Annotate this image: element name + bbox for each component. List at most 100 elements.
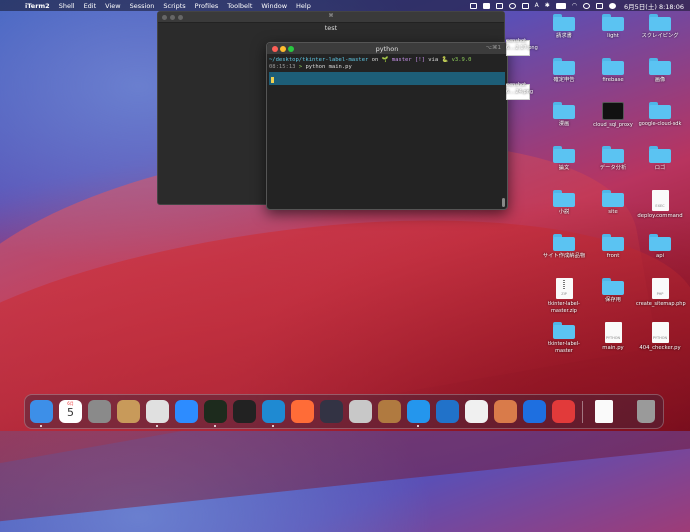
status-app-icon[interactable] [469, 2, 477, 9]
battery-icon[interactable] [555, 2, 566, 9]
search-icon[interactable] [583, 2, 591, 9]
desktop-item-label: 保存用 [605, 297, 621, 303]
desktop-item[interactable]: 保存用 [589, 278, 637, 304]
desktop-item[interactable]: 小説 [540, 190, 588, 216]
input-method-indicator[interactable]: A [535, 2, 539, 9]
menu-session[interactable]: Session [130, 2, 155, 10]
dock-app-icon[interactable] [494, 400, 517, 423]
menu-help[interactable]: Help [296, 2, 311, 10]
folder-icon [649, 58, 671, 75]
desktop-item[interactable]: 論文 [540, 146, 588, 172]
terminal-output[interactable]: ~/desktop/tkinter-label-master on 🌱 mast… [267, 54, 507, 88]
status-app-icon[interactable] [521, 2, 529, 9]
status-app-icon[interactable] [508, 2, 516, 9]
menu-edit[interactable]: Edit [84, 2, 97, 10]
desktop-item[interactable]: スクレイピング [636, 14, 684, 40]
folder-icon [553, 322, 575, 339]
desktop-item[interactable]: サイト作成納品物 [540, 234, 588, 260]
dock-app-icon[interactable] [30, 400, 53, 423]
desktop-item[interactable]: EXEC deploy.command [636, 190, 684, 220]
prompt-via: via [428, 57, 439, 63]
wifi-icon[interactable]: ◠ [572, 2, 577, 9]
desktop-item[interactable]: google-cloud-sdk [636, 102, 684, 128]
dock-app-icon[interactable] [204, 400, 227, 423]
dock-app-icon[interactable] [262, 400, 285, 423]
highlighted-line [269, 72, 505, 85]
menu-view[interactable]: View [105, 2, 120, 10]
desktop-item-label: 小説 [558, 209, 570, 215]
dock-app-icon[interactable] [523, 400, 546, 423]
document-icon: PYTHON [604, 322, 622, 343]
dock-app-icon[interactable] [146, 400, 169, 423]
desktop-item[interactable]: 漫画 [540, 102, 588, 128]
dock-app-icon[interactable] [436, 400, 459, 423]
desktop-item[interactable]: api [636, 234, 684, 260]
desktop-item[interactable]: front [589, 234, 637, 260]
status-app-icon[interactable] [495, 2, 503, 9]
desktop-item-label: api [655, 253, 665, 259]
dock-app-icon[interactable] [465, 400, 488, 423]
dock-app-icon[interactable] [320, 400, 343, 423]
desktop-item[interactable]: 画像 [636, 58, 684, 84]
window-titlebar[interactable]: ⌘ [158, 12, 504, 23]
prompt-time: 08:15:13 [269, 64, 296, 70]
desktop-item[interactable]: PHP create_sitemap.php [636, 278, 686, 308]
menu-clock[interactable]: 6月5日(土) 8:18:06 [624, 1, 684, 11]
document-icon: PHP [651, 278, 669, 299]
desktop-item[interactable]: cloud_sql_proxy [589, 102, 637, 129]
window-titlebar[interactable]: python ⌥⌘1 [267, 43, 507, 54]
menu-shell[interactable]: Shell [59, 2, 75, 10]
dock-app-icon[interactable] [552, 400, 575, 423]
siri-icon[interactable] [609, 2, 617, 9]
desktop-item[interactable]: 請求書 [540, 14, 588, 40]
menu-app-name[interactable]: iTerm2 [25, 2, 50, 10]
menu-window[interactable]: Window [261, 2, 287, 10]
desktop-item[interactable]: データ分析 [589, 146, 637, 172]
text-cursor [271, 77, 274, 83]
trash-icon[interactable] [637, 400, 655, 423]
desktop-item[interactable]: ZIP tkinter-label-master.zip [540, 278, 588, 314]
desktop-item[interactable]: site [589, 190, 637, 216]
dock-app-icon[interactable] [349, 400, 372, 423]
dock-app-icon[interactable] [88, 400, 111, 423]
dock-app-icon[interactable] [407, 400, 430, 423]
menu-scripts[interactable]: Scripts [163, 2, 185, 10]
desktop-item[interactable]: PYTHON 404_checker.py [636, 322, 684, 352]
dock-app-icon[interactable] [291, 400, 314, 423]
running-indicator [40, 425, 42, 427]
menu-toolbelt[interactable]: Toolbelt [227, 2, 252, 10]
desktop-item[interactable]: light [589, 14, 637, 40]
desktop-item[interactable]: firebase [589, 58, 637, 84]
folder-icon [602, 234, 624, 251]
dock-app-icon[interactable]: 6月 5 [59, 400, 82, 423]
screenshot-label: 6....2.17.png [506, 44, 538, 51]
terminal-window-python[interactable]: python ⌥⌘1 ~/desktop/tkinter-label-maste… [266, 42, 508, 210]
menu-bar: iTerm2 Shell Edit View Session Scripts P… [0, 0, 690, 11]
desktop-item-label: front [606, 253, 620, 259]
tab-indicator: ⌘ [328, 13, 334, 19]
dock-app-icon[interactable] [175, 400, 198, 423]
folder-icon [553, 234, 575, 251]
document-icon: EXEC [651, 190, 669, 211]
status-app-icon[interactable] [482, 2, 490, 9]
menu-profiles[interactable]: Profiles [195, 2, 219, 10]
desktop-item-label: 漫画 [558, 121, 570, 127]
dock-app-icon[interactable] [233, 400, 256, 423]
desktop-item-label: firebase [602, 77, 624, 83]
folder-icon [602, 58, 624, 75]
dock-app-icon[interactable] [117, 400, 140, 423]
desktop-item[interactable]: 確定申告 [540, 58, 588, 84]
bluetooth-icon[interactable]: ✱ [545, 2, 550, 9]
zip-file-icon: ZIP [555, 278, 573, 299]
control-center-icon[interactable] [596, 2, 604, 9]
dock-stack-icon[interactable] [595, 400, 613, 423]
scrollbar[interactable] [502, 198, 505, 207]
desktop-item[interactable]: ロゴ [636, 146, 684, 172]
dock-app-icon[interactable] [378, 400, 401, 423]
desktop-item[interactable]: tkinter-label-master [540, 322, 588, 354]
file-type-label: PYTHON [652, 336, 668, 340]
desktop-item[interactable]: PYTHON main.py [589, 322, 637, 352]
executable-icon [602, 102, 624, 120]
git-branch: master [391, 57, 412, 63]
dock-separator [582, 401, 583, 423]
